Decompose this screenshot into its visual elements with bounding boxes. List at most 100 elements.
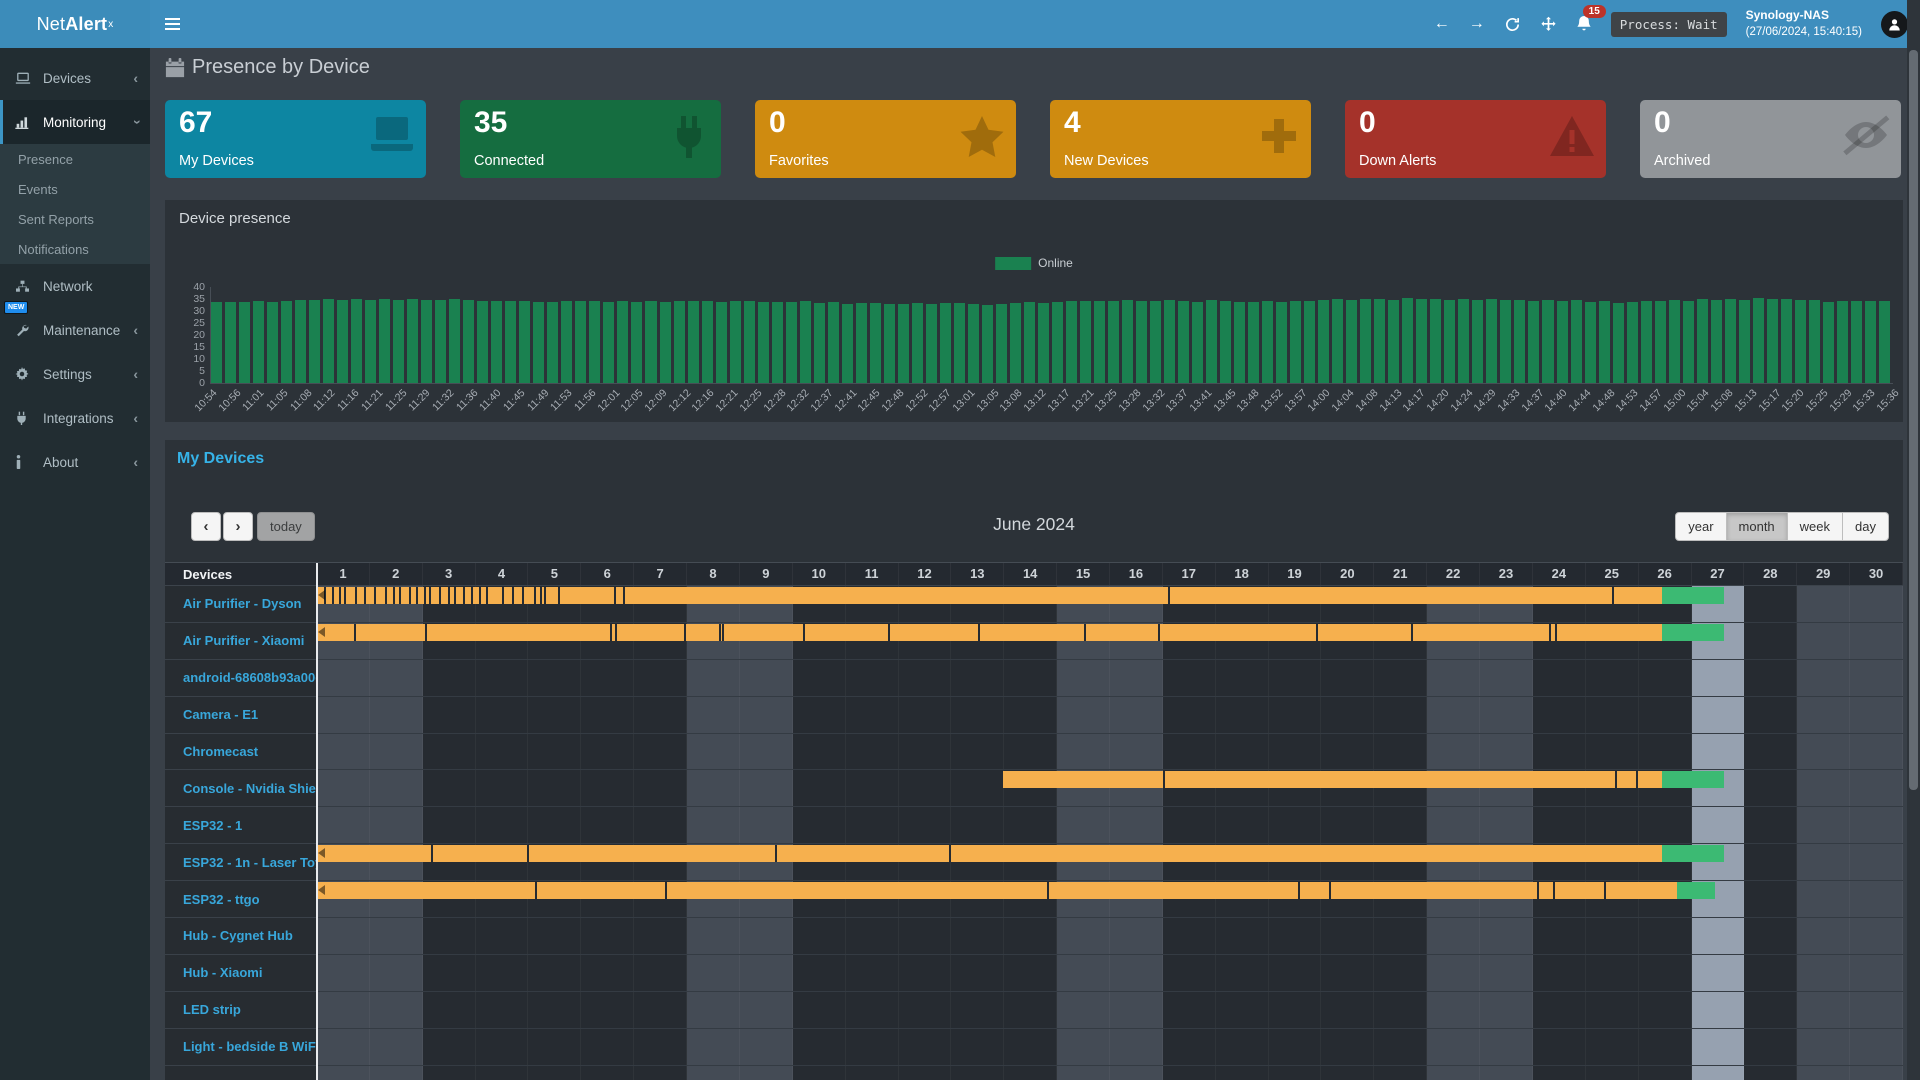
card-down-alerts[interactable]: 0 Down Alerts — [1345, 100, 1606, 178]
refresh-icon[interactable] — [1504, 16, 1521, 33]
currently-online-bar[interactable] — [1662, 771, 1724, 788]
device-name[interactable]: Console - Nvidia Shield TV — [165, 770, 317, 807]
device-name[interactable]: Light - bedside B WiFi — [165, 1029, 317, 1066]
card-my-devices[interactable]: 67 My Devices — [165, 100, 426, 178]
view-day-button[interactable]: day — [1843, 512, 1889, 541]
card-favorites[interactable]: 0 Favorites — [755, 100, 1016, 178]
card-new-devices[interactable]: 4 New Devices — [1050, 100, 1311, 178]
chart-bar — [1262, 301, 1273, 383]
offline-gap-tick — [527, 845, 529, 862]
scrollbar-thumb[interactable] — [1909, 50, 1918, 790]
chart-bar — [1655, 301, 1666, 383]
view-week-button[interactable]: week — [1788, 512, 1843, 541]
sidebar-item-sent-reports[interactable]: Sent Reports — [0, 204, 150, 234]
x-tick-label: 12:45 — [856, 387, 883, 414]
day-cell — [1744, 807, 1797, 843]
day-cell — [1427, 697, 1480, 733]
currently-online-bar[interactable] — [1662, 845, 1724, 862]
device-name[interactable]: ESP32 - 1 — [165, 807, 317, 844]
sidebar-item-about[interactable]: About ‹ — [0, 440, 150, 484]
online-period-bar[interactable] — [317, 845, 1662, 862]
sidebar-item-integrations[interactable]: Integrations ‹ — [0, 396, 150, 440]
device-name[interactable]: Air Purifier - Dyson — [165, 586, 317, 623]
chart-bar — [1066, 301, 1077, 383]
online-period-bar[interactable] — [317, 882, 1677, 899]
day-cell — [1797, 697, 1850, 733]
sidebar-item-label: Maintenance — [43, 323, 120, 338]
sidebar-item-notifications[interactable]: Notifications — [0, 234, 150, 264]
gantt-header: Devices 12345678910111213141516171819202… — [165, 563, 1903, 586]
new-feature-badge: NEW — [4, 301, 28, 314]
x-tick-label: 15:08 — [1709, 387, 1736, 414]
info-icon — [15, 455, 35, 469]
chart-bar — [1865, 301, 1876, 383]
chart-bar — [1795, 300, 1806, 383]
day-cell — [793, 1066, 846, 1080]
device-row: android-68608b93a00e4 — [165, 660, 1903, 697]
day-cell — [1480, 807, 1533, 843]
back-arrow-icon[interactable]: ← — [1434, 16, 1450, 32]
device-name[interactable] — [165, 1066, 317, 1080]
device-name[interactable]: Camera - E1 — [165, 697, 317, 734]
sidebar-item-monitoring[interactable]: Monitoring ‹ — [0, 100, 150, 144]
day-cell — [634, 734, 687, 770]
notifications-bell[interactable]: 15 — [1576, 15, 1592, 33]
currently-online-bar[interactable] — [1677, 882, 1716, 899]
chart-bar — [1402, 298, 1413, 383]
day-cell — [899, 992, 952, 1028]
chart-bar — [1669, 300, 1680, 383]
online-period-bar[interactable] — [317, 624, 1662, 641]
day-cell — [1427, 734, 1480, 770]
day-header-cell: 25 — [1586, 563, 1639, 585]
device-name[interactable]: Air Purifier - Xiaomi — [165, 623, 317, 660]
chart-bar — [1136, 301, 1147, 383]
offline-gap-tick — [479, 587, 481, 604]
day-cell — [476, 807, 529, 843]
chart-bar — [688, 301, 699, 383]
sidebar-item-settings[interactable]: Settings ‹ — [0, 352, 150, 396]
card-connected[interactable]: 35 Connected — [460, 100, 721, 178]
menu-toggle-button[interactable] — [150, 0, 194, 48]
chart-bar — [996, 304, 1007, 383]
day-cell — [423, 697, 476, 733]
sidebar-item-devices[interactable]: Devices ‹ — [0, 56, 150, 100]
device-row: LED strip — [165, 992, 1903, 1029]
day-cell — [687, 734, 740, 770]
view-year-button[interactable]: year — [1675, 512, 1726, 541]
offline-gap-tick — [775, 845, 777, 862]
user-avatar[interactable] — [1881, 11, 1908, 38]
move-icon[interactable] — [1540, 16, 1557, 33]
sidebar-item-presence[interactable]: Presence — [0, 144, 150, 174]
device-name[interactable]: Hub - Cygnet Hub — [165, 918, 317, 955]
sidebar-item-maintenance[interactable]: Maintenance ‹ — [0, 308, 150, 352]
chart-bar — [1528, 301, 1539, 383]
currently-online-bar[interactable] — [1662, 587, 1724, 604]
vertical-scrollbar[interactable] — [1907, 0, 1920, 1080]
day-cell — [1533, 1066, 1586, 1080]
card-label: Connected — [474, 153, 544, 169]
sidebar-item-events[interactable]: Events — [0, 174, 150, 204]
device-name[interactable]: android-68608b93a00e4 — [165, 660, 317, 697]
online-period-bar[interactable] — [1003, 771, 1663, 788]
view-month-button[interactable]: month — [1727, 512, 1788, 541]
day-cell — [423, 955, 476, 991]
chart-legend[interactable]: Online — [995, 256, 1073, 270]
forward-arrow-icon[interactable]: → — [1469, 16, 1485, 32]
chart-bar — [1416, 299, 1427, 383]
my-devices-heading[interactable]: My Devices — [177, 450, 264, 468]
x-tick-label: 15:33 — [1851, 387, 1878, 414]
device-name[interactable]: Chromecast — [165, 734, 317, 771]
device-name[interactable]: ESP32 - 1n - Laser Toy — [165, 844, 317, 881]
device-name[interactable]: LED strip — [165, 992, 317, 1029]
day-cell — [793, 660, 846, 696]
currently-online-bar[interactable] — [1662, 624, 1724, 641]
day-cell — [1269, 955, 1322, 991]
device-name[interactable]: ESP32 - ttgo — [165, 881, 317, 918]
day-cell — [317, 770, 370, 806]
app-logo[interactable]: NetAlertx — [0, 0, 150, 48]
chart-bar — [1346, 300, 1357, 383]
device-name[interactable]: Hub - Xiaomi — [165, 955, 317, 992]
online-period-bar[interactable] — [317, 587, 1662, 604]
day-cell — [1110, 955, 1163, 991]
card-archived[interactable]: 0 Archived — [1640, 100, 1901, 178]
